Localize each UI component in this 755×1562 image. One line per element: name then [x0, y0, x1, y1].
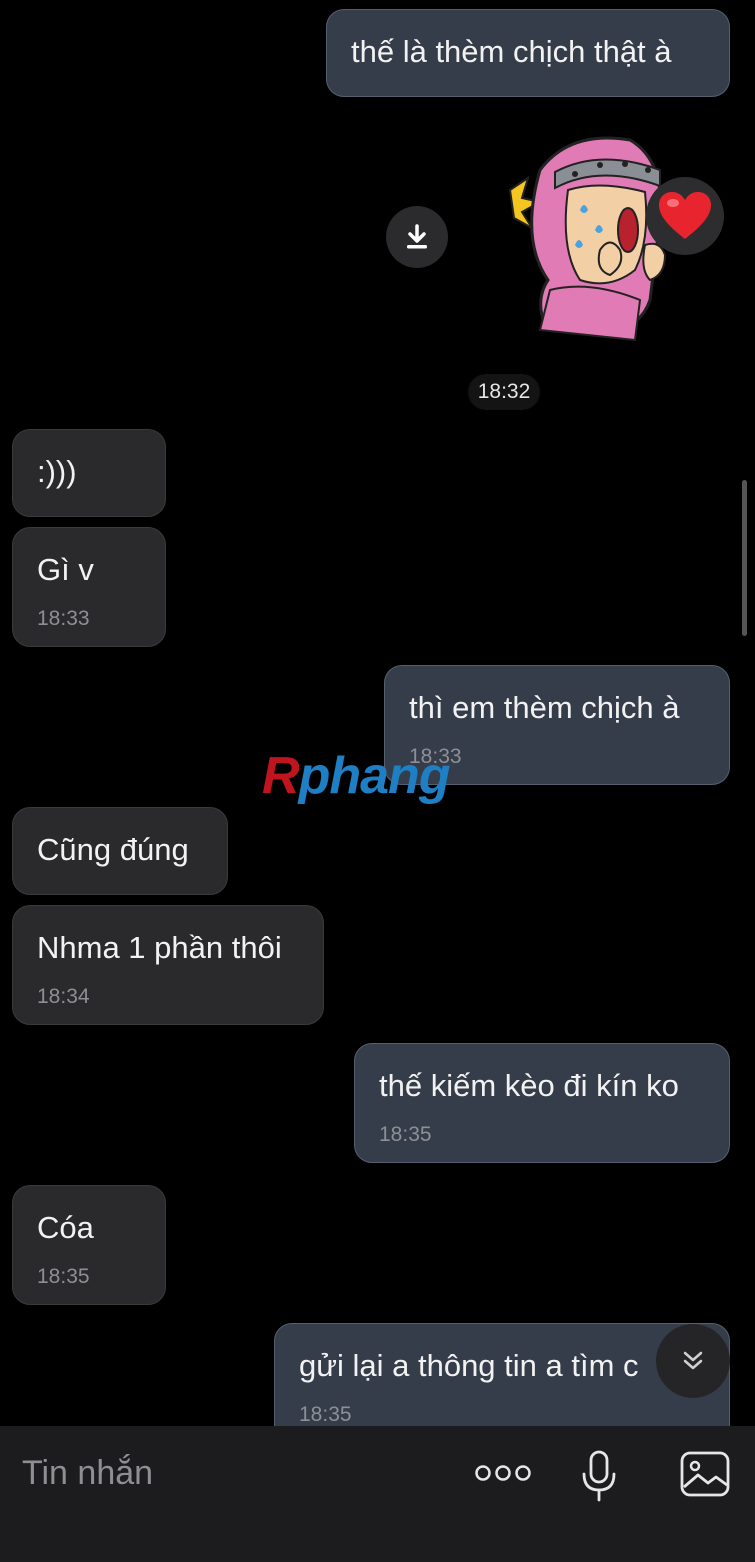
sticker-timestamp: 18:32 [468, 374, 540, 410]
message-text: thế là thèm chịch thật à [351, 34, 672, 69]
message-time: 18:35 [299, 1403, 352, 1426]
message-time: 18:33 [37, 607, 90, 630]
message-text: gửi lại a thông tin a tìm c [299, 1348, 639, 1383]
more-button[interactable] [474, 1448, 532, 1498]
watermark-logo: Rphang [262, 747, 451, 805]
message-time: 18:34 [37, 985, 90, 1008]
message-bubble-incoming[interactable]: :))) [12, 429, 166, 517]
message-text: Gì v [37, 552, 94, 587]
message-bubble-outgoing[interactable]: thế là thèm chịch thật à [326, 9, 730, 97]
message-text: thế kiếm kèo đi kín ko [379, 1068, 679, 1103]
more-dots-icon [475, 1465, 531, 1481]
message-text: Nhma 1 phần thôi [37, 930, 282, 965]
reaction-badge[interactable] [646, 177, 724, 255]
heart-icon [659, 192, 711, 239]
message-bubble-outgoing[interactable]: thế kiếm kèo đi kín ko 18:35 [354, 1043, 730, 1163]
message-bubble-incoming[interactable]: Nhma 1 phần thôi 18:34 [12, 905, 324, 1025]
scrollbar[interactable] [742, 480, 747, 636]
microphone-icon [582, 1450, 616, 1502]
message-text: Cóa [37, 1210, 94, 1245]
message-text: thì em thèm chịch à [409, 690, 680, 725]
message-text: Cũng đúng [37, 832, 189, 867]
message-time: 18:35 [37, 1265, 90, 1288]
message-composer: Tin nhắn [0, 1426, 755, 1562]
chevron-double-down-icon [683, 1351, 703, 1370]
gallery-button[interactable] [678, 1448, 732, 1500]
voice-button[interactable] [578, 1448, 620, 1504]
image-icon [680, 1451, 730, 1497]
message-bubble-incoming[interactable]: Cũng đúng [12, 807, 228, 895]
download-icon [407, 224, 427, 249]
message-text: :))) [37, 454, 77, 489]
scroll-to-bottom-button[interactable] [656, 1324, 730, 1398]
message-input[interactable]: Tin nhắn [22, 1454, 153, 1493]
message-bubble-incoming[interactable]: Gì v 18:33 [12, 527, 166, 647]
message-time: 18:35 [379, 1123, 432, 1146]
message-bubble-incoming[interactable]: Cóa 18:35 [12, 1185, 166, 1305]
download-button[interactable] [386, 206, 448, 268]
